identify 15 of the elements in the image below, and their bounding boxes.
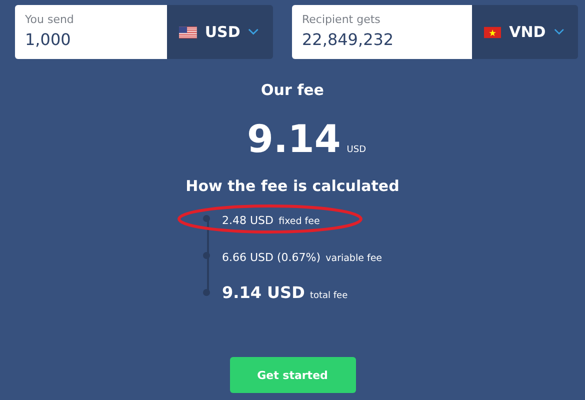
fee-currency: USD — [346, 145, 366, 155]
breakdown-title: How the fee is calculated — [186, 177, 400, 195]
fee-line: 9.14 USD total fee — [222, 283, 348, 302]
fee-line: 2.48 USD fixed fee — [222, 213, 320, 228]
flag-icon — [179, 26, 197, 38]
fee-amount: 9.14 — [247, 117, 341, 161]
amount-field[interactable]: Recipient gets 22,849,232 — [292, 5, 472, 59]
currency-dropdown[interactable]: VND — [472, 5, 578, 59]
currency-dropdown[interactable]: USD — [167, 5, 273, 59]
chevron-down-icon — [554, 28, 564, 36]
fee-title: Our fee — [261, 81, 324, 99]
fee-line: 6.66 USD (0.67%) variable fee — [222, 250, 382, 265]
amount-field[interactable]: You send 1,000 — [15, 5, 167, 59]
flag-icon — [484, 26, 502, 38]
chevron-down-icon — [248, 28, 259, 36]
